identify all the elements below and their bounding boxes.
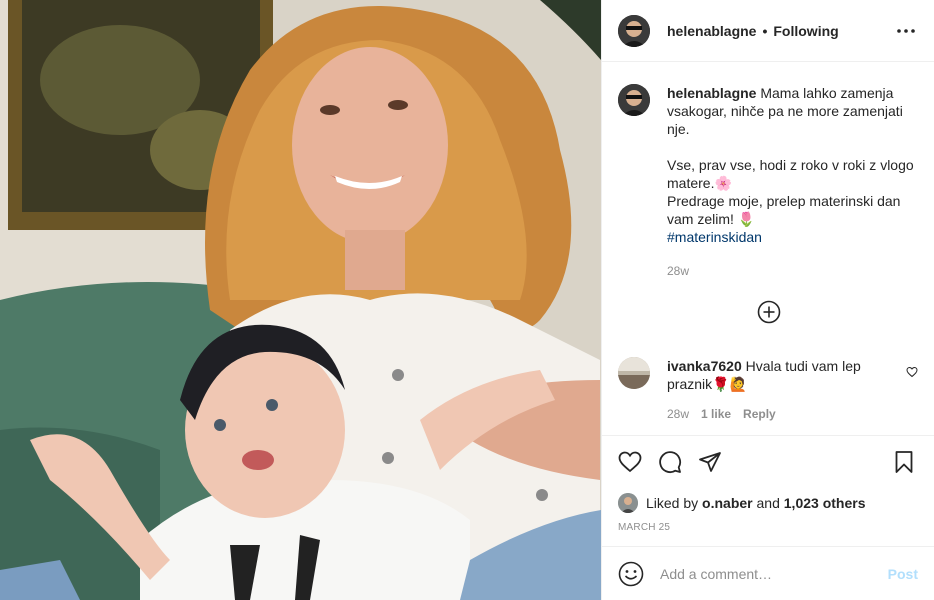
caption-text-line-1: helenablagne Mama lahko zamenja vsakogar… (667, 85, 903, 137)
paper-plane-icon[interactable] (698, 450, 722, 474)
caption-text-line-2: Vse, prav vse, hodi z roko v roki z vlog… (667, 157, 914, 191)
author-username[interactable]: helenablagne (667, 23, 756, 39)
liked-by-text: Liked by o.naber and 1,023 others (646, 495, 866, 511)
more-horizontal-icon[interactable] (894, 19, 918, 43)
caption-hashtag[interactable]: #materinskidan (667, 228, 917, 246)
caption-time[interactable]: 28w (667, 262, 917, 280)
post-date[interactable]: MARCH 25 (618, 522, 918, 546)
comment-input[interactable] (660, 565, 888, 582)
action-icons-row (618, 436, 918, 488)
speech-bubble-icon[interactable] (658, 450, 682, 474)
caption-author-avatar[interactable] (618, 84, 650, 116)
header-separator: • (762, 22, 768, 39)
liker-avatar[interactable] (618, 493, 638, 513)
comment-item: ivanka7620 Hvala tudi vam lep praznik🌹🙋 … (618, 357, 918, 423)
comment-like-heart-icon[interactable] (906, 365, 918, 378)
photo-illustration (0, 0, 601, 600)
comments-area[interactable]: helenablagne Mama lahko zamenja vsakogar… (602, 62, 934, 435)
post-photo[interactable] (0, 0, 601, 600)
post-side-panel: helenablagne • Following helenablagne Ma… (601, 0, 934, 600)
post-actions: Liked by o.naber and 1,023 others MARCH … (602, 435, 934, 546)
comment-body: ivanka7620 Hvala tudi vam lep praznik🌹🙋 … (667, 357, 877, 423)
post-comment-button[interactable]: Post (888, 566, 918, 582)
comment-time[interactable]: 28w (667, 405, 689, 423)
post-header: helenablagne • Following (602, 0, 934, 62)
commenter-avatar[interactable] (618, 357, 650, 389)
author-avatar[interactable] (618, 14, 650, 47)
commenter-username[interactable]: ivanka7620 (667, 358, 742, 374)
add-comment-bar: Post (602, 546, 934, 600)
bookmark-icon[interactable] (892, 450, 916, 474)
likes-count[interactable]: 1,023 others (784, 495, 866, 511)
heart-outline-icon[interactable] (618, 450, 642, 474)
comment-meta: 28w 1 like Reply (667, 405, 877, 423)
smiley-icon[interactable] (618, 561, 644, 587)
reply-button[interactable]: Reply (743, 405, 776, 423)
plus-circle-icon[interactable] (757, 300, 781, 324)
caption-username[interactable]: helenablagne (667, 85, 756, 101)
instagram-post: helenablagne • Following helenablagne Ma… (0, 0, 934, 600)
post-caption: helenablagne Mama lahko zamenja vsakogar… (618, 84, 918, 280)
liker-username[interactable]: o.naber (702, 495, 753, 511)
caption-text-line-3: Predrage moje, prelep materinski dan vam… (667, 193, 901, 227)
caption-body: helenablagne Mama lahko zamenja vsakogar… (667, 84, 917, 280)
comment-likes[interactable]: 1 like (701, 405, 731, 423)
following-button[interactable]: Following (773, 23, 838, 39)
liked-by-row: Liked by o.naber and 1,023 others (618, 488, 918, 518)
